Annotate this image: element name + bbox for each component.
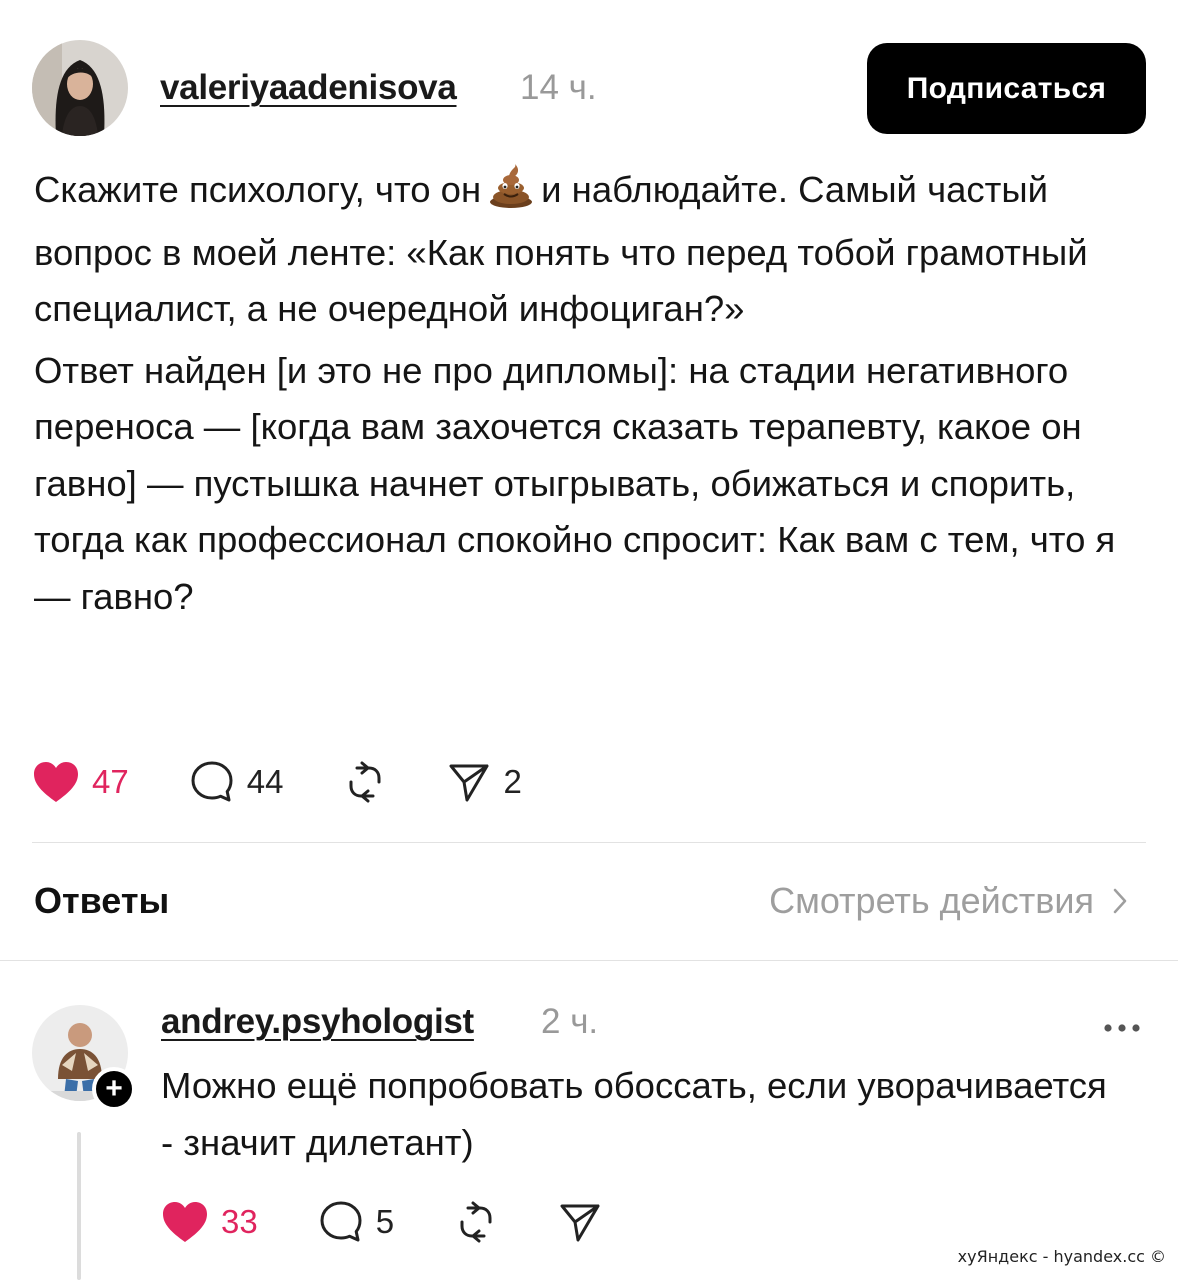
divider [32, 842, 1146, 843]
reply-username[interactable]: andrey.psyhologist [161, 1002, 474, 1042]
reply-header: andrey.psyhologist 2 ч. [161, 1002, 1141, 1052]
post-time: 14 ч. [520, 68, 597, 107]
reply-time: 2 ч. [541, 1002, 599, 1041]
follow-plus-button[interactable]: + [92, 1067, 136, 1111]
view-activity-label: Смотреть действия [769, 880, 1094, 921]
reply-comment-button[interactable]: 5 [318, 1199, 394, 1245]
poop-emoji-icon [487, 164, 535, 225]
author-username[interactable]: valeriyaadenisova [160, 68, 457, 108]
reply-actions: 33 5 [161, 1197, 662, 1247]
post-paragraph-2: Ответ найден [и это не про дипломы]: на … [34, 349, 1116, 617]
thread-line [77, 1132, 81, 1280]
heart-filled-icon [34, 762, 78, 802]
post-like-button[interactable]: 47 [32, 760, 129, 804]
comment-icon [191, 761, 233, 802]
watermark: хуЯндекс - hyandex.cc © [957, 1247, 1166, 1266]
reply-like-count: 33 [221, 1203, 258, 1240]
chevron-right-icon [1113, 888, 1127, 914]
comment-icon [320, 1201, 362, 1242]
post-comment-count: 44 [246, 763, 284, 800]
post-repost-button[interactable] [343, 760, 387, 804]
reply-repost-button[interactable] [454, 1200, 498, 1244]
view-activity-link[interactable]: Смотреть действия [769, 880, 1128, 922]
reply-comment-count: 5 [375, 1203, 395, 1240]
repost-icon [349, 761, 381, 803]
post-like-count: 47 [92, 763, 129, 800]
reply-like-button[interactable]: 33 [161, 1200, 258, 1244]
post-paragraph-1: Скажите психологу, что он и наблюдайте. … [34, 162, 1144, 338]
heart-filled-icon [163, 1202, 207, 1242]
post-text: Скажите психологу, что он и наблюдайте. … [34, 162, 1144, 630]
author-avatar[interactable] [32, 40, 128, 136]
post-text-start: Скажите психологу, что он [34, 169, 482, 210]
post-share-button[interactable]: 2 [447, 760, 522, 804]
send-icon [449, 764, 489, 802]
post-header: valeriyaadenisova 14 ч. Подписаться [32, 40, 1146, 136]
repost-icon [460, 1201, 492, 1243]
reply-share-button[interactable] [558, 1200, 602, 1244]
divider [0, 960, 1178, 961]
more-options-icon[interactable] [1103, 1020, 1141, 1038]
follow-button[interactable]: Подписаться [867, 43, 1146, 134]
post-comment-button[interactable]: 44 [189, 759, 284, 805]
send-icon [560, 1204, 600, 1242]
reply-author-avatar-wrap: + [32, 1005, 136, 1111]
reply-text: Можно ещё попробовать обоссать, если уво… [161, 1065, 1107, 1163]
replies-label: Ответы [34, 880, 170, 921]
post-share-count: 2 [503, 763, 522, 800]
post-actions: 47 44 2 [32, 757, 582, 807]
